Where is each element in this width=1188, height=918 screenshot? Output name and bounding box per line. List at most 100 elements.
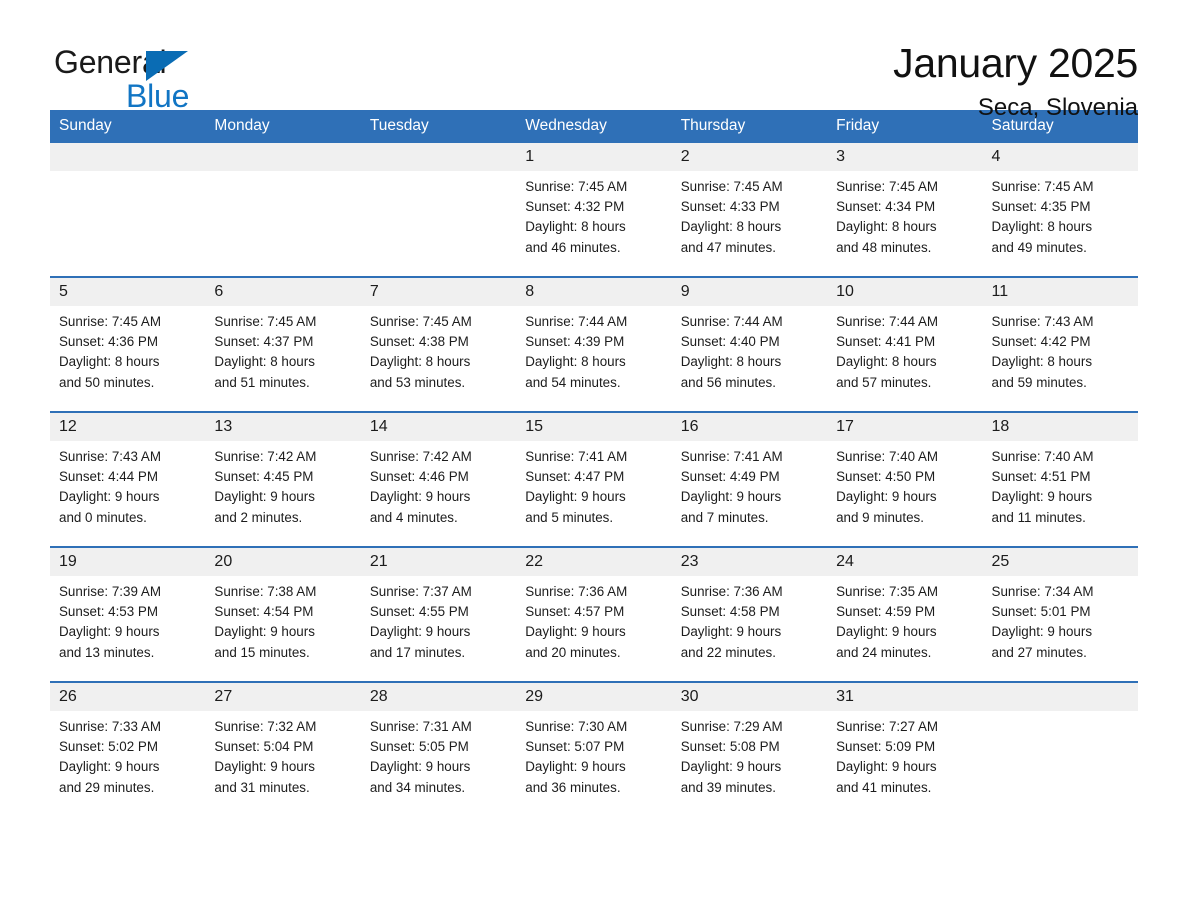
day-cell[interactable]: 20 Sunrise: 7:38 AM Sunset: 4:54 PM Dayli… — [205, 546, 361, 682]
weekday-header-thursday: Thursday — [671, 110, 828, 143]
day-cell[interactable]: 28 Sunrise: 7:31 AM Sunset: 5:05 PM Dayli… — [360, 681, 517, 816]
day-cell[interactable]: 16 Sunrise: 7:41 AM Sunset: 4:49 PM Dayli… — [671, 411, 828, 547]
day-cell[interactable]: 12 Sunrise: 7:43 AM Sunset: 4:44 PM Dayli… — [50, 411, 206, 547]
day-cell[interactable]: 17 Sunrise: 7:40 AM Sunset: 4:50 PM Dayli… — [827, 411, 983, 547]
day-cell[interactable]: 29 Sunrise: 7:30 AM Sunset: 5:07 PM Dayli… — [516, 681, 672, 816]
day-info: Sunrise: 7:41 AM Sunset: 4:49 PM Dayligh… — [680, 449, 783, 525]
day-cell[interactable]: 24 Sunrise: 7:35 AM Sunset: 4:59 PM Dayli… — [827, 546, 983, 682]
day-info: Sunrise: 7:40 AM Sunset: 4:51 PM Dayligh… — [991, 449, 1094, 525]
day-info: Sunrise: 7:37 AM Sunset: 4:55 PM Dayligh… — [369, 584, 472, 660]
day-cell[interactable]: 3 Sunrise: 7:45 AM Sunset: 4:34 PM Daylig… — [827, 143, 983, 277]
day-cell[interactable]: 30 Sunrise: 7:29 AM Sunset: 5:08 PM Dayli… — [671, 681, 828, 816]
day-number: 6 — [205, 278, 361, 306]
day-number: 8 — [516, 278, 672, 306]
day-number: 25 — [982, 548, 1138, 576]
day-info: Sunrise: 7:45 AM Sunset: 4:32 PM Dayligh… — [525, 179, 628, 255]
day-number: 20 — [205, 548, 361, 576]
day-cell[interactable]: 11 Sunrise: 7:43 AM Sunset: 4:42 PM Dayli… — [982, 276, 1138, 412]
day-info: Sunrise: 7:44 AM Sunset: 4:39 PM Dayligh… — [525, 314, 628, 390]
day-cell[interactable]: 31 Sunrise: 7:27 AM Sunset: 5:09 PM Dayli… — [827, 681, 983, 816]
day-info: Sunrise: 7:40 AM Sunset: 4:50 PM Dayligh… — [836, 449, 939, 525]
day-number: 24 — [827, 548, 983, 576]
day-cell[interactable]: 26 Sunrise: 7:33 AM Sunset: 5:02 PM Dayli… — [50, 681, 206, 816]
day-info: Sunrise: 7:45 AM Sunset: 4:33 PM Dayligh… — [680, 179, 783, 255]
day-number: 9 — [671, 278, 828, 306]
weekday-header-wednesday: Wednesday — [516, 110, 672, 143]
title-block: January 2025 Seca, Slovenia — [893, 40, 1138, 121]
day-info: Sunrise: 7:31 AM Sunset: 5:05 PM Dayligh… — [369, 719, 472, 795]
day-cell[interactable]: 8 Sunrise: 7:44 AM Sunset: 4:39 PM Daylig… — [516, 276, 672, 412]
weekday-header-sunday: Sunday — [50, 110, 206, 143]
day-info: Sunrise: 7:39 AM Sunset: 4:53 PM Dayligh… — [59, 584, 161, 660]
day-cell[interactable]: 5 Sunrise: 7:45 AM Sunset: 4:36 PM Daylig… — [50, 276, 206, 412]
calendar-page: General Blue January 2025 Seca, Slovenia… — [0, 0, 1188, 918]
day-cell[interactable] — [982, 681, 1138, 816]
day-number — [982, 683, 1138, 711]
week-row: 12 Sunrise: 7:43 AM Sunset: 4:44 PM Dayli… — [50, 411, 1138, 547]
day-info: Sunrise: 7:42 AM Sunset: 4:46 PM Dayligh… — [369, 449, 472, 525]
day-cell[interactable] — [205, 143, 361, 277]
page-title: January 2025 — [893, 40, 1138, 86]
weekday-header-tuesday: Tuesday — [360, 110, 517, 143]
day-cell[interactable]: 15 Sunrise: 7:41 AM Sunset: 4:47 PM Dayli… — [516, 411, 672, 547]
logo-word-blue: Blue — [126, 78, 190, 114]
day-cell[interactable] — [360, 143, 517, 277]
day-number: 16 — [671, 413, 828, 441]
day-number: 26 — [50, 683, 206, 711]
day-info: Sunrise: 7:43 AM Sunset: 4:44 PM Dayligh… — [59, 449, 161, 525]
day-info: Sunrise: 7:33 AM Sunset: 5:02 PM Dayligh… — [59, 719, 161, 795]
day-cell[interactable]: 18 Sunrise: 7:40 AM Sunset: 4:51 PM Dayli… — [982, 411, 1138, 547]
day-cell[interactable]: 2 Sunrise: 7:45 AM Sunset: 4:33 PM Daylig… — [671, 143, 828, 277]
day-number: 15 — [516, 413, 672, 441]
day-info: Sunrise: 7:45 AM Sunset: 4:37 PM Dayligh… — [214, 314, 317, 390]
day-cell[interactable]: 7 Sunrise: 7:45 AM Sunset: 4:38 PM Daylig… — [360, 276, 517, 412]
triangle-icon — [146, 51, 188, 81]
day-number: 27 — [205, 683, 361, 711]
week-row: 1 Sunrise: 7:45 AM Sunset: 4:32 PM Daylig… — [50, 143, 1138, 277]
day-info: Sunrise: 7:35 AM Sunset: 4:59 PM Dayligh… — [836, 584, 939, 660]
weekday-header-monday: Monday — [205, 110, 361, 143]
day-number — [360, 143, 517, 171]
day-number: 31 — [827, 683, 983, 711]
day-cell[interactable]: 6 Sunrise: 7:45 AM Sunset: 4:37 PM Daylig… — [205, 276, 361, 412]
day-cell[interactable]: 13 Sunrise: 7:42 AM Sunset: 4:45 PM Dayli… — [205, 411, 361, 547]
day-cell[interactable]: 9 Sunrise: 7:44 AM Sunset: 4:40 PM Daylig… — [671, 276, 828, 412]
day-info: Sunrise: 7:30 AM Sunset: 5:07 PM Dayligh… — [525, 719, 628, 795]
day-number: 30 — [671, 683, 828, 711]
calendar-body: 1 Sunrise: 7:45 AM Sunset: 4:32 PM Daylig… — [50, 143, 1138, 816]
day-cell[interactable]: 10 Sunrise: 7:44 AM Sunset: 4:41 PM Dayli… — [827, 276, 983, 412]
day-cell[interactable]: 27 Sunrise: 7:32 AM Sunset: 5:04 PM Dayli… — [205, 681, 361, 816]
day-cell[interactable]: 14 Sunrise: 7:42 AM Sunset: 4:46 PM Dayli… — [360, 411, 517, 547]
calendar-table: Sunday Monday Tuesday Wednesday Thursday… — [50, 110, 1138, 816]
day-number — [205, 143, 361, 171]
day-cell[interactable]: 21 Sunrise: 7:37 AM Sunset: 4:55 PM Dayli… — [360, 546, 517, 682]
day-cell[interactable]: 22 Sunrise: 7:36 AM Sunset: 4:57 PM Dayli… — [516, 546, 672, 682]
day-number: 14 — [360, 413, 517, 441]
week-row: 5 Sunrise: 7:45 AM Sunset: 4:36 PM Daylig… — [50, 276, 1138, 412]
day-number: 18 — [982, 413, 1138, 441]
day-info: Sunrise: 7:27 AM Sunset: 5:09 PM Dayligh… — [836, 719, 939, 795]
day-cell[interactable]: 25 Sunrise: 7:34 AM Sunset: 5:01 PM Dayli… — [982, 546, 1138, 682]
day-cell[interactable] — [50, 143, 206, 277]
general-blue-logo[interactable]: General Blue — [50, 40, 200, 112]
day-info: Sunrise: 7:45 AM Sunset: 4:38 PM Dayligh… — [369, 314, 472, 390]
day-info: Sunrise: 7:36 AM Sunset: 4:57 PM Dayligh… — [525, 584, 628, 660]
day-number — [50, 143, 206, 171]
day-cell[interactable]: 4 Sunrise: 7:45 AM Sunset: 4:35 PM Daylig… — [982, 143, 1138, 277]
day-cell[interactable]: 19 Sunrise: 7:39 AM Sunset: 4:53 PM Dayli… — [50, 546, 206, 682]
day-info: Sunrise: 7:45 AM Sunset: 4:34 PM Dayligh… — [836, 179, 939, 255]
day-info: Sunrise: 7:45 AM Sunset: 4:35 PM Dayligh… — [991, 179, 1094, 255]
day-number: 29 — [516, 683, 672, 711]
day-number: 2 — [671, 143, 828, 171]
day-number: 17 — [827, 413, 983, 441]
day-info: Sunrise: 7:38 AM Sunset: 4:54 PM Dayligh… — [214, 584, 317, 660]
day-cell[interactable]: 23 Sunrise: 7:36 AM Sunset: 4:58 PM Dayli… — [671, 546, 828, 682]
day-number: 12 — [50, 413, 206, 441]
day-number: 23 — [671, 548, 828, 576]
day-cell[interactable]: 1 Sunrise: 7:45 AM Sunset: 4:32 PM Daylig… — [516, 143, 672, 277]
day-info: Sunrise: 7:44 AM Sunset: 4:40 PM Dayligh… — [680, 314, 783, 390]
day-info: Sunrise: 7:44 AM Sunset: 4:41 PM Dayligh… — [836, 314, 939, 390]
day-number: 21 — [360, 548, 517, 576]
day-info: Sunrise: 7:42 AM Sunset: 4:45 PM Dayligh… — [214, 449, 317, 525]
day-info: Sunrise: 7:43 AM Sunset: 4:42 PM Dayligh… — [991, 314, 1094, 390]
